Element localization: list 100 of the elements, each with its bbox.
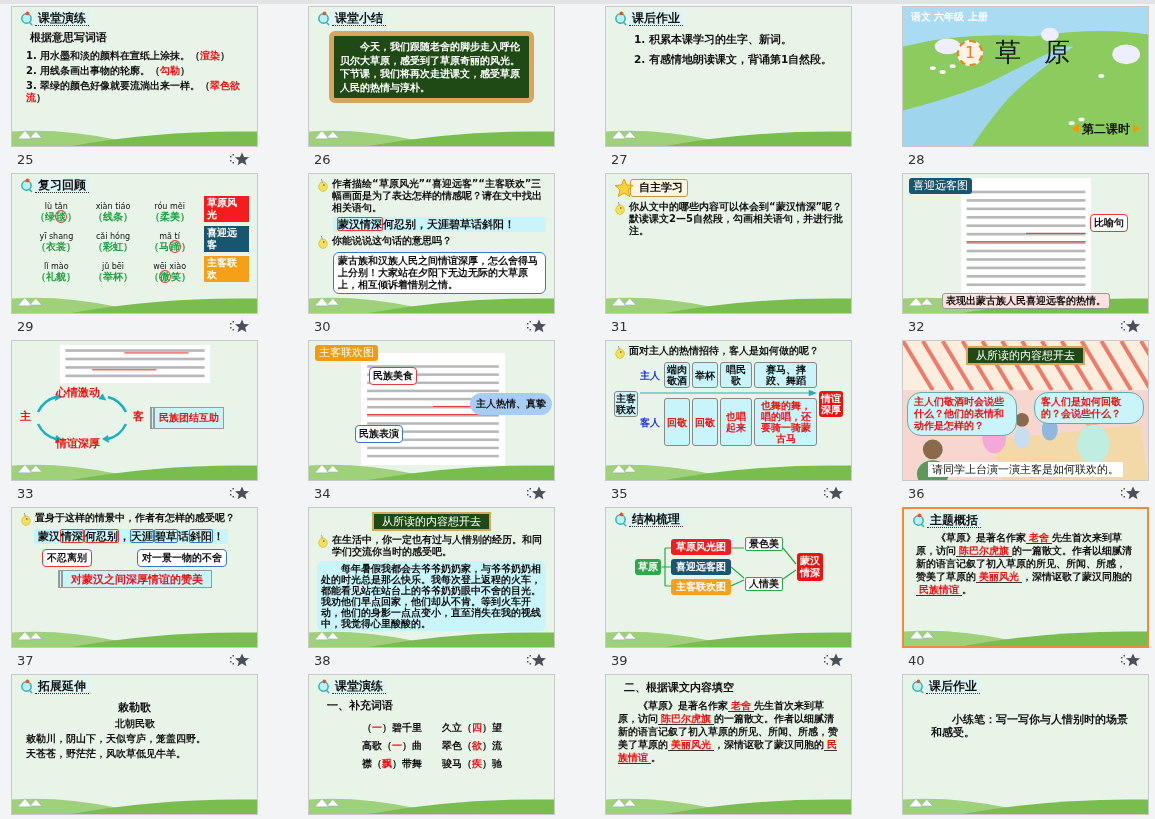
slide-thumbnail[interactable]: 复习回顾 lù tǎn （绿毯） xiàn tiáo （线条） róu měi （柔美） 草原风光 yī shang （衣裳） cǎi hóng （彩虹） mǎ tí （马蹄） 喜迎远客 lǐ mào （礼貌） jǔ bēi （举杯） wēi xiào （微笑） 主客联欢 [11, 173, 258, 314]
magnifier-icon [317, 11, 330, 27]
conclusion-scroll: 对蒙汉之间深厚情谊的赞美 [57, 569, 212, 589]
slide-heading: 课后作业 [926, 679, 980, 695]
transition-star-icon[interactable] [824, 653, 844, 667]
transition-star-icon[interactable] [1121, 319, 1141, 333]
lesson-period: 第二课时 [1082, 121, 1130, 136]
homework-item: 1. 积累本课学习的生字、新词。 [633, 33, 793, 46]
exercise-line: 3. 翠绿的颜色好像就要流淌出来一样。（翠色欲流） [25, 79, 242, 104]
pinyin-text: jǔ bēi [101, 261, 124, 272]
answer-word: （彩虹） [93, 241, 133, 254]
thought-cloud: 客人们是如何回敬的？会说些什么？ [1034, 391, 1144, 424]
explanation-box: 蒙古族和汉族人民之间情谊深厚，怎么舍得马上分别！大家站在夕阳下无边无际的大草原上，相互倾诉着惜别之情。 [333, 251, 546, 294]
slide-thumbnail[interactable]: 结构梳理 草原 草原风光图 喜迎远客图 主客联欢图 景色美 人情美 蒙汉情深 [605, 507, 852, 648]
transition-star-icon[interactable] [527, 653, 547, 667]
result-box: 情谊深厚 [819, 391, 843, 417]
callout: 不忍离别 [42, 548, 93, 567]
slide-thumbnail[interactable]: 主客联欢图 民族美食 民族表演 主人热情、真挚 [308, 340, 555, 481]
poem-title: 敕勒歌 [117, 701, 152, 715]
slide-thumbnail[interactable]: 拓展延伸 敕勒歌 北朝民歌 敕勒川，阴山下，天似穹庐，笼盖四野。 天苍苍，野茫茫，风吹草低见牛羊。 [11, 674, 258, 815]
transition-star-icon[interactable] [527, 486, 547, 500]
slide-number: 29 [17, 318, 34, 334]
transition-star-icon[interactable] [527, 319, 547, 333]
transition-star-icon[interactable] [230, 152, 250, 166]
answer-word: （礼貌） [36, 271, 77, 284]
homework-item: 2. 有感情地朗读课文，背诵第1自然段。 [633, 53, 834, 66]
transition-star-icon[interactable] [1121, 486, 1141, 500]
slide-number: 28 [908, 151, 925, 167]
slide-thumbnail[interactable]: 喜迎远客图 比喻句 表现出蒙古族人民喜迎远客的热情。 [902, 173, 1149, 314]
slide-heading: 拓展延伸 [35, 679, 89, 695]
slide-thumbnail[interactable]: 课堂演练 根据意思写词语 1. 用水墨和淡的颜料在宣纸上涂抹。（渲染） 2. 用线条画出事物的轮廓。（勾勒） 3. 翠绿的颜色好像就要流淌出来一样。（翠色欲流） [11, 6, 258, 147]
slide-thumbnail[interactable]: 语文 六年级 上册 1 草原 第二课时 [902, 6, 1149, 147]
summary-caption: 表现出蒙古族人民喜迎远客的热情。 [941, 293, 1110, 309]
assignment-text: 小练笔：写一写你与人惜别时的场景和感受。 [931, 713, 1129, 739]
pinyin-text: lù tǎn [44, 201, 68, 211]
slide-thumbnail[interactable]: 课后作业 小练笔：写一写你与人惜别时的场景和感受。 [902, 674, 1149, 815]
row-label: 客人 [640, 416, 661, 428]
slide-thumbnail[interactable]: 课堂小结 今天，我们跟随老舍的脚步走入呼伦贝尔大草原，感受到了草原奇丽的风光。下节课，我们将再次走进课文，感受草原人民的热情与淳朴。 [308, 6, 555, 147]
transition-star-icon[interactable] [230, 653, 250, 667]
slide-heading: 课堂演练 [35, 11, 89, 27]
slide-thumbnail[interactable]: 心情激动 主 客 情谊深厚 民族团结互助 [11, 340, 258, 481]
slide-number: 38 [314, 652, 331, 668]
quote-sentence: 蒙汉情深何忍别，天涯碧草话斜阳！ [333, 217, 546, 232]
slide-thumbnail[interactable]: 主题概括 《草原》是著名作家 老舍 先生首次来到草原，访问 陈巴尔虎旗 的一篇散文。作者以细腻清新的语言记叙了初入草原的所见、所闻、所感，赞美了草原的 美丽风光 ，深情讴歌了蒙汉同胞的 民族情谊 。 [902, 507, 1149, 648]
fill-in-paragraph: 《草原》是著名作家 老舍 先生首次来到草原，访问 陈巴尔虎旗 的一篇散文。作者以细腻清新的语言记叙了初入草原的所见、所闻、所感，赞美了草原的 美丽风光 ，深情讴歌了蒙汉同胞的 民族情谊 。 [915, 531, 1133, 597]
slide-heading: 复习回顾 [35, 178, 89, 194]
slide-thumbnail[interactable]: 置身于这样的情景中，作者有怎样的感受呢？ 蒙汉情深 何忍别，天涯 碧草话斜阳！ 不忍离别 对一景一物的不舍 对蒙汉之间深厚情谊的赞美 [11, 507, 258, 648]
question-text: 你能说说这句话的意思吗？ [332, 234, 452, 247]
section-subtitle: 二、根据课文内容填空 [624, 681, 735, 695]
slide-heading: 课后作业 [629, 11, 683, 27]
slide-number: 32 [908, 318, 925, 334]
category-tag: 主客联欢 [203, 256, 249, 283]
branch-box: 主客联欢图 [670, 578, 731, 595]
category-tag: 草原风光 [203, 196, 249, 223]
slide-thumbnail[interactable]: 作者描绘“草原风光”“喜迎远客”“主客联欢”三幅画面是为了表达怎样的情感呢？请在文中找出相关语句。 蒙汉情深何忍别，天涯碧草话斜阳！ 你能说说这句话的意思吗？ 蒙古族和汉族人民之间情谊深厚，怎么舍得马上分别！大家站在夕阳下无边无际的大草原上，相互倾诉着惜别之情。 [308, 173, 555, 314]
slide-thumbnail[interactable]: 课堂演练 一、补充词语 （一）碧千里 久立（四）望 高歌（一）曲 翠色（欲）流 襟（飘）带舞 骏马（疾）驰 [308, 674, 555, 815]
transition-star-icon[interactable] [1121, 653, 1141, 667]
picture-tag: 喜迎远客图 [909, 178, 972, 194]
section-badge: 自主学习 [630, 179, 688, 197]
event-box: 唱民歌 [720, 362, 752, 388]
magnifier-icon [614, 11, 627, 27]
question-text: 置身于这样的情景中，作者有怎样的感受呢？ [35, 512, 235, 524]
magnifier-icon [317, 679, 330, 695]
pinyin-text: cǎi hóng [95, 231, 131, 242]
chick-icon [317, 234, 329, 249]
section-subtitle: 根据意思写词语 [30, 31, 108, 45]
transition-star-icon[interactable] [230, 486, 250, 500]
slide-thumbnail[interactable]: 二、根据课文内容填空 《草原》是著名作家 老舍 先生首次来到草原，访问 陈巴尔虎旗 的一篇散文。作者以细腻清新的语言记叙了初入草原的所见、所闻、所感，赞美了草原的 美丽风光 ，深情讴歌了蒙汉同胞的 民族情谊 。 [605, 674, 852, 815]
quote-sentence: 蒙汉情深 何忍别，天涯 碧草话斜阳！ [34, 529, 228, 544]
question-text: 你从文中的哪些内容可以体会到“蒙汉情深”呢？默读课文2—5自然段，勾画相关语句，并进行批注。 [629, 201, 843, 237]
event-box: 回敬 [664, 398, 690, 446]
magnifier-icon [20, 11, 33, 27]
pinyin-text: róu měi [154, 201, 185, 211]
slide-number: 31 [611, 318, 628, 334]
slide-thumbnail[interactable]: 课后作业 1. 积累本课学习的生字、新词。 2. 有感情地朗读课文，背诵第1自然段。 [605, 6, 852, 147]
exercise-line: 2. 用线条画出事物的轮廓。（勾勒） [25, 64, 192, 77]
slide-thumbnail[interactable]: 自主学习 你从文中的哪些内容可以体会到“蒙汉情深”呢？默读课文2—5自然段，勾画相关语句，并进行批注。 [605, 173, 852, 314]
pinyin-text: lǐ mào [44, 261, 69, 271]
course-label: 语文 六年级 上册 [911, 11, 989, 23]
idiom-item: 襟（飘）带舞 [361, 757, 422, 770]
chick-icon [317, 178, 329, 192]
magnifier-icon [20, 679, 33, 695]
exercise-line: 1. 用水墨和淡的颜料在宣纸上涂抹。（渲染） [25, 49, 232, 62]
slide-thumbnail[interactable]: 从所读的内容想开去 在生活中，你一定也有过与人惜别的经历。和同学们交流你当时的感受吧。 每年暑假我都会去爷爷奶奶家，与爷爷奶奶相处的时光总是那么快乐。我每次登上返程的火车，都能看见站在站台上的爷爷奶奶眼中不舍的目光。我劝他们早点回家，他们却从不肯。等到火车开动，他们的身影一点点变小，直至消失在我的视线中，我觉得心里酸酸的。 [308, 507, 555, 648]
slide-thumbnail[interactable]: 从所读的内容想开去 主人们敬酒时会说些什么？他们的表情和动作是怎样的？ 客人们是如何回敬的？会说些什么？ 请同学上台演一演主客是如何联欢的。 [902, 340, 1149, 481]
callout: 比喻句 [1090, 214, 1128, 232]
topic-banner: 从所读的内容想开去 [966, 346, 1085, 365]
slide-number: 30 [314, 318, 331, 334]
slide-heading: 课堂演练 [332, 679, 386, 695]
transition-star-icon[interactable] [824, 486, 844, 500]
idiom-item: 久立（四）望 [441, 721, 502, 734]
pinyin-text: yī shang [39, 231, 74, 242]
answer-word: （马蹄） [148, 241, 191, 254]
slide-number: 33 [17, 485, 34, 501]
transition-star-icon[interactable] [230, 319, 250, 333]
category-tag: 喜迎远客 [203, 226, 249, 253]
idiom-item: 高歌（一）曲 [361, 739, 422, 752]
result-box: 景色美 [744, 537, 783, 552]
event-box: 也舞的舞，唱的唱，还要骑一骑蒙古马 [754, 398, 817, 446]
answer-word: （衣裳） [36, 241, 77, 254]
